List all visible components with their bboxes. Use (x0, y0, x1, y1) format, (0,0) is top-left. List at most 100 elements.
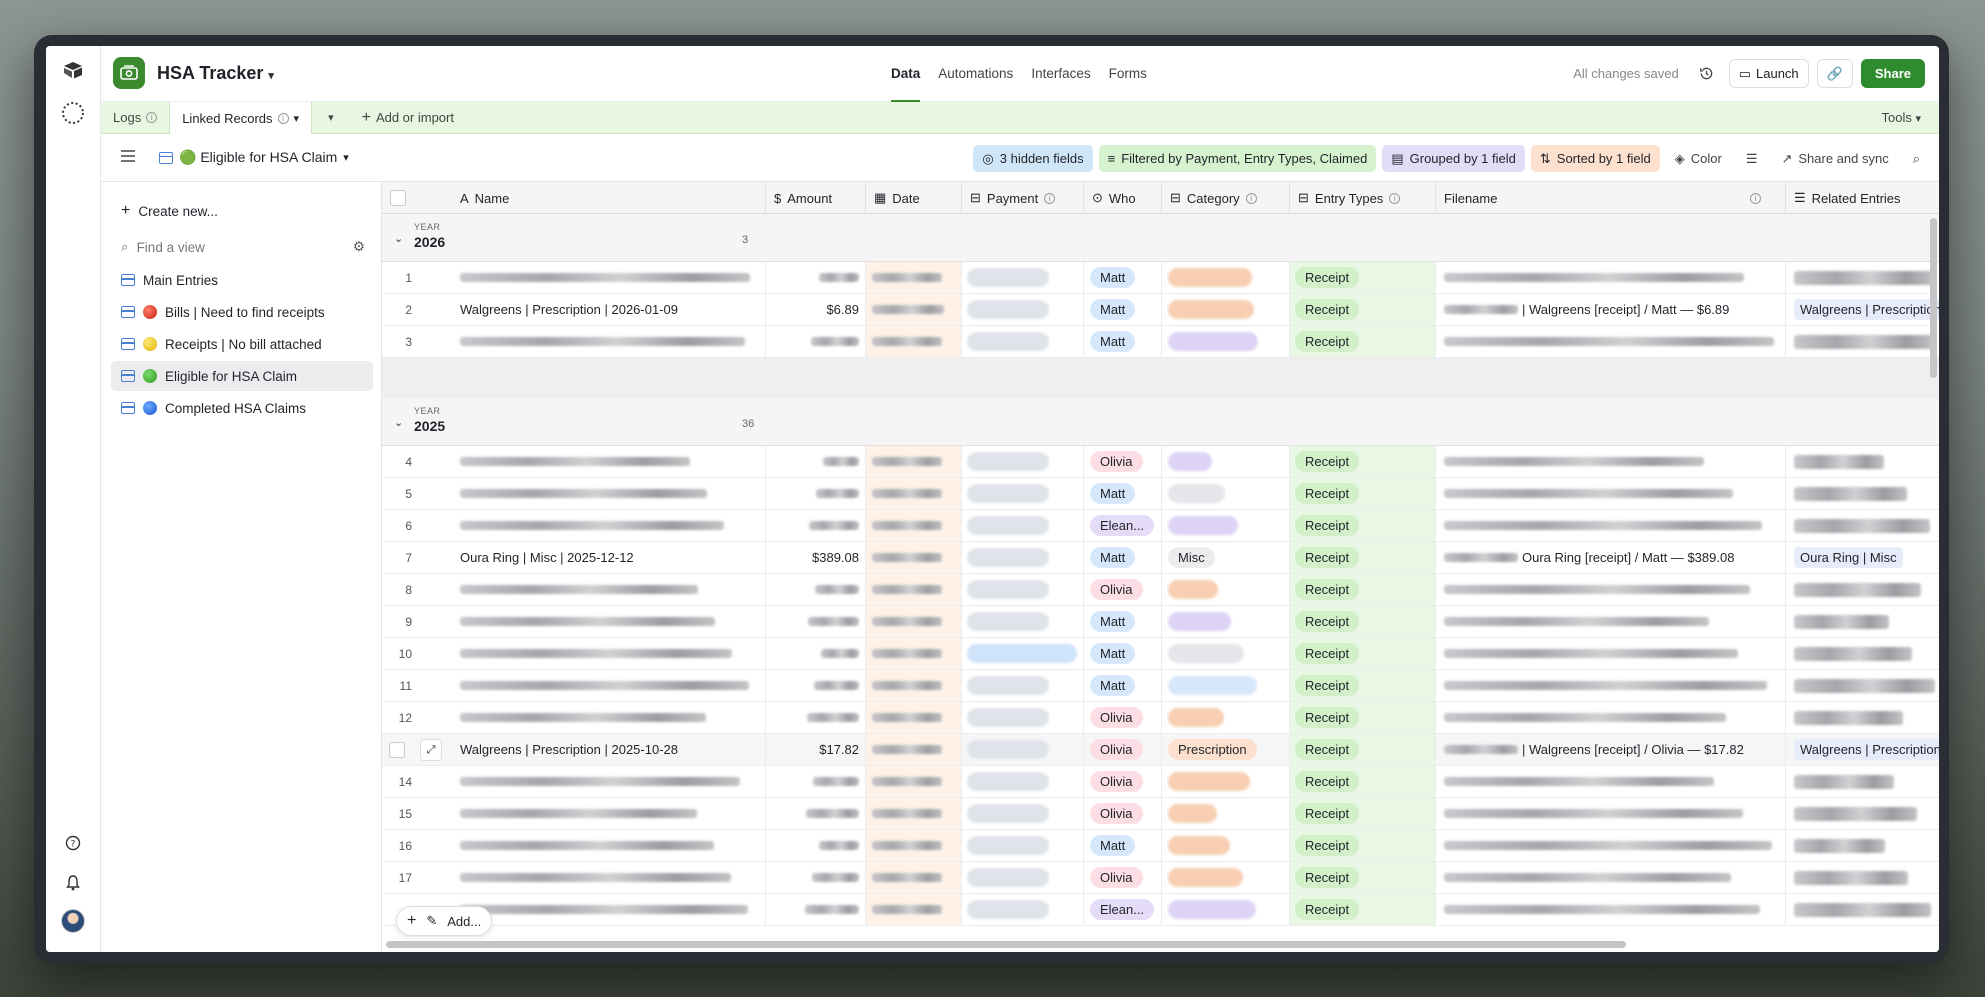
share-and-sync-button[interactable]: ↗ Share and sync (1772, 145, 1897, 172)
table-row[interactable]: Elean... Receipt (382, 894, 1939, 926)
filename-cell[interactable] (1436, 894, 1786, 925)
payment-cell[interactable] (962, 830, 1084, 861)
create-new-view-button[interactable]: + Create new... (111, 196, 373, 226)
payment-cell[interactable] (962, 862, 1084, 893)
filename-cell[interactable] (1436, 446, 1786, 477)
tab-linked-records[interactable]: Linked Records i ▾ (169, 101, 313, 135)
related-cell[interactable] (1786, 478, 1939, 509)
column-date[interactable]: ▦ Date (866, 182, 962, 214)
payment-cell[interactable] (962, 766, 1084, 797)
hidden-fields-button[interactable]: ◎ 3 hidden fields (973, 145, 1093, 172)
payment-cell[interactable] (962, 446, 1084, 477)
filename-cell[interactable] (1436, 670, 1786, 701)
who-cell[interactable]: Olivia (1084, 702, 1162, 733)
group-header-2025[interactable]: ⌄ YEAR 2025 36 (382, 398, 1939, 446)
payment-cell[interactable] (962, 702, 1084, 733)
workspace-icon[interactable] (61, 101, 85, 125)
related-cell[interactable] (1786, 606, 1939, 637)
category-cell[interactable] (1162, 294, 1290, 325)
tools-menu[interactable]: Tools ▾ (1881, 110, 1939, 125)
filename-cell[interactable] (1436, 862, 1786, 893)
name-cell[interactable] (452, 574, 766, 605)
more-tables-button[interactable]: ▾ (312, 102, 350, 134)
name-cell[interactable]: Walgreens | Prescription | 2025-10-28 (452, 734, 766, 765)
related-cell[interactable] (1786, 262, 1939, 293)
column-related-entries[interactable]: ☰ Related Entries (1786, 182, 1939, 214)
launch-button[interactable]: ▭ Launch (1728, 59, 1809, 88)
related-cell[interactable]: Walgreens | Prescription (1786, 294, 1939, 325)
related-cell[interactable] (1786, 894, 1939, 925)
who-cell[interactable]: Olivia (1084, 862, 1162, 893)
table-row[interactable]: 3 Matt Receipt (382, 326, 1939, 358)
amount-cell[interactable] (766, 670, 866, 701)
payment-cell[interactable] (962, 734, 1084, 765)
base-icon[interactable] (113, 57, 145, 89)
related-cell[interactable] (1786, 638, 1939, 669)
gear-icon[interactable]: ⚙ (353, 239, 365, 255)
column-payment[interactable]: ⊟ Payment i (962, 182, 1084, 214)
entry-type-cell[interactable]: Receipt (1290, 766, 1436, 797)
who-cell[interactable]: Olivia (1084, 574, 1162, 605)
date-cell[interactable] (866, 510, 962, 541)
related-cell[interactable]: Walgreens | Prescription (1786, 734, 1939, 765)
date-cell[interactable] (866, 862, 962, 893)
category-cell[interactable] (1162, 830, 1290, 861)
category-cell[interactable] (1162, 606, 1290, 637)
amount-cell[interactable] (766, 766, 866, 797)
filename-cell[interactable] (1436, 766, 1786, 797)
who-cell[interactable]: Olivia (1084, 798, 1162, 829)
filename-cell[interactable] (1436, 702, 1786, 733)
row-select[interactable] (382, 734, 412, 765)
expand-record-icon[interactable]: ⤢ (420, 739, 442, 761)
amount-cell[interactable] (766, 894, 866, 925)
related-cell[interactable] (1786, 766, 1939, 797)
filename-cell[interactable]: | Walgreens [receipt] / Olivia — $17.82 (1436, 734, 1786, 765)
vertical-scrollbar[interactable] (1930, 218, 1937, 378)
table-row[interactable]: 7 Oura Ring | Misc | 2025-12-12 $389.08 Mat… (382, 542, 1939, 574)
column-who[interactable]: ⊙ Who (1084, 182, 1162, 214)
filename-cell[interactable]: | Walgreens [receipt] / Matt — $6.89 (1436, 294, 1786, 325)
sort-button[interactable]: ⇅ Sorted by 1 field (1530, 145, 1660, 172)
amount-cell[interactable] (766, 478, 866, 509)
payment-cell[interactable] (962, 606, 1084, 637)
date-cell[interactable] (866, 798, 962, 829)
group-header-2026[interactable]: ⌄ YEAR 2026 3 (382, 214, 1939, 262)
horizontal-scrollbar[interactable] (386, 941, 1626, 948)
name-cell[interactable] (452, 638, 766, 669)
table-row[interactable]: 8 Olivia Receipt (382, 574, 1939, 606)
name-cell[interactable]: Oura Ring | Misc | 2025-12-12 (452, 542, 766, 573)
entry-type-cell[interactable]: Receipt (1290, 294, 1436, 325)
amount-cell[interactable] (766, 326, 866, 357)
who-cell[interactable]: Elean... (1084, 510, 1162, 541)
chevron-down-icon[interactable]: ⌄ (394, 232, 403, 245)
column-entry-types[interactable]: ⊟ Entry Types i (1290, 182, 1436, 214)
amount-cell[interactable] (766, 574, 866, 605)
date-cell[interactable] (866, 702, 962, 733)
entry-type-cell[interactable]: Receipt (1290, 734, 1436, 765)
entry-type-cell[interactable]: Receipt (1290, 574, 1436, 605)
category-cell[interactable] (1162, 862, 1290, 893)
nav-interfaces[interactable]: Interfaces (1031, 46, 1090, 102)
tab-logs[interactable]: Logs i (101, 102, 169, 134)
user-avatar[interactable] (61, 909, 85, 933)
who-cell[interactable]: Matt (1084, 830, 1162, 861)
table-row[interactable]: 10 Matt Receipt (382, 638, 1939, 670)
sidebar-item-main-entries[interactable]: Main Entries (111, 265, 373, 295)
column-name[interactable]: A Name (452, 182, 766, 214)
select-all-checkbox[interactable] (382, 182, 412, 214)
filename-cell[interactable] (1436, 638, 1786, 669)
table-row[interactable]: 2 Walgreens | Prescription | 2026-01-09 … (382, 294, 1939, 326)
entry-type-cell[interactable]: Receipt (1290, 446, 1436, 477)
filename-cell[interactable] (1436, 830, 1786, 861)
base-name-dropdown[interactable]: HSA Tracker ▾ (157, 63, 274, 84)
category-cell[interactable] (1162, 326, 1290, 357)
entry-type-cell[interactable]: Receipt (1290, 606, 1436, 637)
who-cell[interactable]: Olivia (1084, 766, 1162, 797)
table-row[interactable]: 16 Matt Receipt (382, 830, 1939, 862)
name-cell[interactable] (452, 262, 766, 293)
category-cell[interactable] (1162, 894, 1290, 925)
entry-type-cell[interactable]: Receipt (1290, 670, 1436, 701)
share-button[interactable]: Share (1860, 59, 1925, 88)
related-cell[interactable]: Oura Ring | Misc (1786, 542, 1939, 573)
payment-cell[interactable] (962, 478, 1084, 509)
